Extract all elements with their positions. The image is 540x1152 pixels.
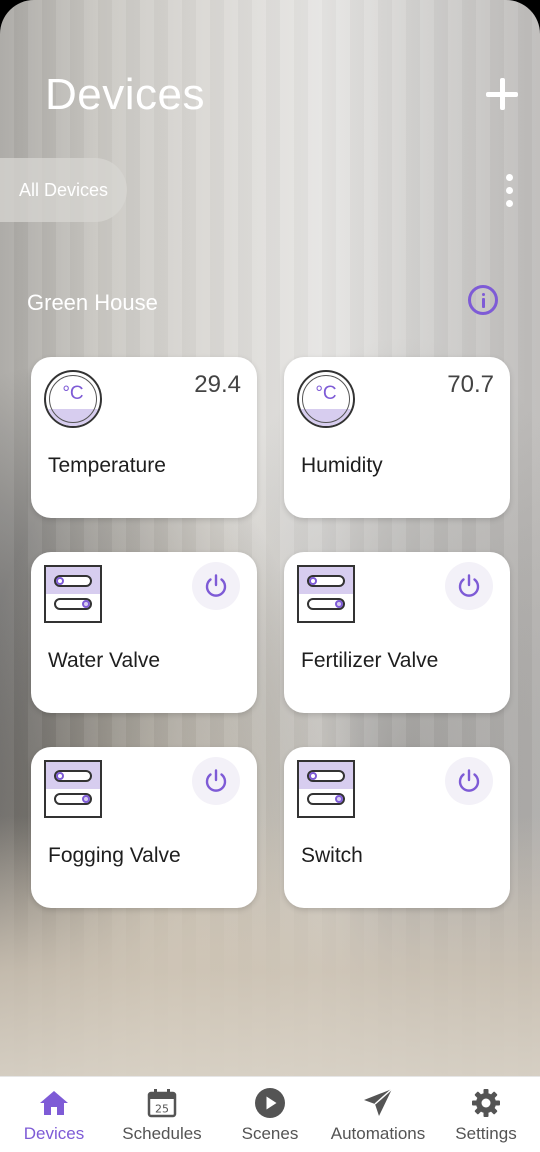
device-card-fogging-valve[interactable]: Fogging Valve (31, 747, 257, 908)
power-icon (205, 574, 227, 597)
toggle-pill (307, 598, 345, 610)
device-label: Fogging Valve (48, 844, 181, 867)
valve-icon (44, 565, 102, 623)
device-label: Humidity (301, 454, 383, 477)
toggle-knob (82, 795, 90, 803)
info-dot (482, 293, 485, 296)
toggle-pill (54, 575, 92, 587)
celsius-glyph: °C (315, 383, 337, 404)
add-device-button[interactable] (482, 74, 522, 114)
power-button[interactable] (192, 562, 240, 610)
nav-item-automations[interactable]: Automations (324, 1077, 432, 1152)
page-title: Devices (45, 70, 205, 119)
nav-label: Scenes (241, 1124, 299, 1143)
power-icon (205, 769, 227, 792)
valve-icon (44, 760, 102, 818)
device-label: Fertilizer Valve (301, 649, 439, 672)
dot (506, 200, 513, 207)
nav-label: Automations (330, 1124, 426, 1143)
home-icon (40, 1091, 68, 1115)
info-bar (482, 298, 485, 308)
calendar-day: 25 (155, 1103, 169, 1116)
device-card-switch[interactable]: Switch (284, 747, 510, 908)
device-card-fertilizer-valve[interactable]: Fertilizer Valve (284, 552, 510, 713)
gear-icon (472, 1089, 500, 1117)
nav-item-schedules[interactable]: 25 Schedules (108, 1077, 216, 1152)
calendar-icon: 25 (147, 1089, 177, 1118)
dot (506, 174, 513, 181)
toggle-pill (54, 793, 92, 805)
device-label: Switch (301, 844, 363, 867)
nav-item-devices[interactable]: Devices (0, 1077, 108, 1152)
toggle-knob (56, 577, 64, 585)
valve-icon (297, 565, 355, 623)
nav-item-settings[interactable]: Settings (432, 1077, 540, 1152)
temperature-icon: °C (297, 370, 355, 428)
toggle-knob (309, 577, 317, 585)
temperature-value: 29.4 (194, 371, 241, 398)
valve-icon (297, 760, 355, 818)
filter-chip-all-devices[interactable]: All Devices (0, 158, 127, 222)
nav-label: Schedules (122, 1124, 202, 1143)
power-icon (458, 574, 480, 597)
celsius-glyph: °C (62, 383, 84, 404)
device-label: Temperature (48, 454, 166, 477)
play-icon (255, 1088, 285, 1118)
dot (506, 187, 513, 194)
devices-screen: Devices All Devices Green House °C 29.4 … (0, 0, 540, 1152)
device-card-water-valve[interactable]: Water Valve (31, 552, 257, 713)
toggle-knob (56, 772, 64, 780)
toggle-knob (309, 772, 317, 780)
toggle-knob (335, 795, 343, 803)
info-icon[interactable] (468, 285, 498, 315)
nav-label: Settings (455, 1124, 517, 1143)
device-card-temperature[interactable]: °C 29.4 Temperature (31, 357, 257, 518)
power-icon (458, 769, 480, 792)
toggle-knob (335, 600, 343, 608)
toggle-pill (54, 770, 92, 782)
device-card-humidity[interactable]: °C 70.7 Humidity (284, 357, 510, 518)
section-title: Green House (27, 290, 158, 315)
toggle-pill (307, 770, 345, 782)
toggle-pill (307, 575, 345, 587)
device-label: Water Valve (48, 649, 161, 672)
bottom-navigation: Devices 25 Schedules Scenes Automations … (0, 1076, 540, 1152)
temperature-icon: °C (44, 370, 102, 428)
send-icon (364, 1088, 393, 1116)
nav-item-scenes[interactable]: Scenes (216, 1077, 324, 1152)
power-button[interactable] (192, 757, 240, 805)
power-button[interactable] (445, 757, 493, 805)
humidity-value: 70.7 (447, 371, 494, 398)
toggle-pill (54, 598, 92, 610)
power-button[interactable] (445, 562, 493, 610)
more-options-button[interactable] (498, 172, 522, 208)
nav-label: Devices (23, 1124, 85, 1143)
toggle-pill (307, 793, 345, 805)
toggle-knob (82, 600, 90, 608)
